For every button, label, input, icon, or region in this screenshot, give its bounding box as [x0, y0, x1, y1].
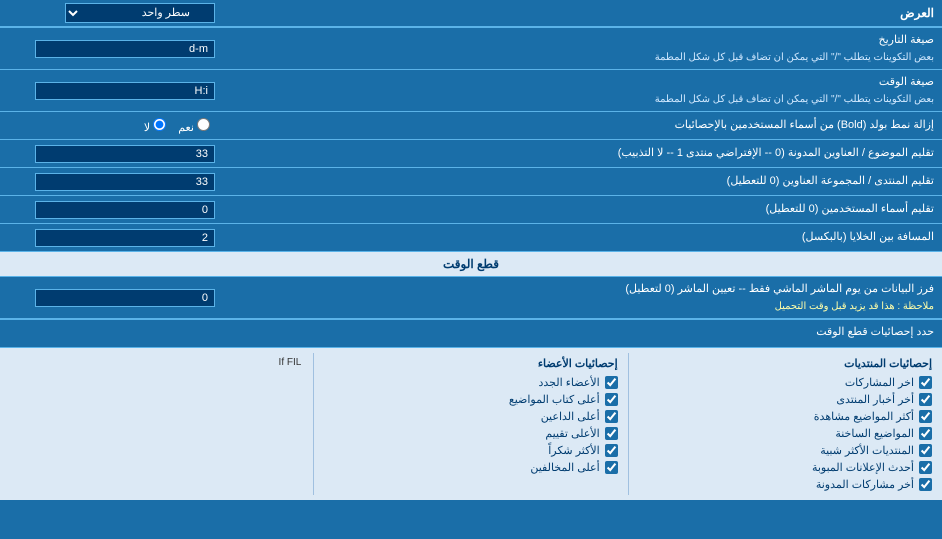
empty-col: If FIL — [0, 353, 313, 495]
forum-stats-col: إحصائيات المنتديات اخر المشاركات أخر أخب… — [628, 353, 942, 495]
header-select-wrap: سطر واحد — [0, 0, 220, 26]
time-format-row: صيغة الوقت بعض التكوينات يتطلب "/" التي … — [0, 70, 942, 112]
checkbox-top-inviters[interactable] — [605, 410, 618, 423]
cutoff-input[interactable] — [35, 289, 215, 307]
cutoff-section-title: قطع الوقت — [0, 252, 942, 277]
forum-group-row: تقليم المنتدى / المجموعة العناوين (0 للت… — [0, 168, 942, 196]
cell-spacing-input[interactable] — [35, 229, 215, 247]
cutoff-note: ملاحظة : هذا قد يزيد قبل وقت التحميل — [775, 301, 934, 312]
stats-header-label: حدد إحصائيات قطع الوقت — [0, 320, 942, 347]
forum-group-input-wrap — [0, 170, 220, 194]
checkbox-item: اخر المشاركات — [639, 374, 932, 391]
checkbox-item: أخر مشاركات المدونة — [639, 476, 932, 493]
radio-yes[interactable] — [197, 118, 210, 131]
time-format-input-wrap — [0, 79, 220, 103]
username-trim-input[interactable] — [35, 201, 215, 219]
checkbox-item: أعلى كتاب المواضيع — [324, 391, 617, 408]
checkbox-item: أحدث الإعلانات المبوبة — [639, 459, 932, 476]
bold-remove-row: إزالة نمط بولد (Bold) من أسماء المستخدمي… — [0, 112, 942, 140]
checkbox-top-rated[interactable] — [605, 427, 618, 440]
bold-remove-radio-wrap: نعم لا — [0, 113, 220, 139]
stats-header-row: حدد إحصائيات قطع الوقت — [0, 320, 942, 348]
radio-no[interactable] — [153, 118, 166, 131]
main-container: العرض سطر واحد صيغة التاريخ بعض التكوينا… — [0, 0, 942, 500]
cell-spacing-label: المسافة بين الخلايا (بالبكسل) — [220, 225, 942, 250]
member-stats-col: إحصائيات الأعضاء الأعضاء الجدد أعلى كتاب… — [313, 353, 627, 495]
forum-topics-input[interactable] — [35, 145, 215, 163]
radio-no-label: لا — [144, 118, 166, 134]
forum-group-input[interactable] — [35, 173, 215, 191]
checkbox-hot-topics[interactable] — [919, 427, 932, 440]
radio-group: نعم لا — [139, 116, 215, 136]
cell-spacing-input-wrap — [0, 226, 220, 250]
bold-remove-label: إزالة نمط بولد (Bold) من أسماء المستخدمي… — [220, 113, 942, 138]
date-format-row: صيغة التاريخ بعض التكوينات يتطلب "/" الت… — [0, 28, 942, 70]
forum-topics-input-wrap — [0, 142, 220, 166]
cutoff-main-label: فرز البيانات من يوم الماشر الماشي فقط --… — [625, 283, 934, 295]
checkbox-top-authors[interactable] — [605, 393, 618, 406]
header-row: العرض سطر واحد — [0, 0, 942, 28]
checkbox-item: المواضيع الساخنة — [639, 425, 932, 442]
checkbox-latest-classifieds[interactable] — [919, 461, 932, 474]
checkbox-blog-posts[interactable] — [919, 478, 932, 491]
cutoff-row: فرز البيانات من يوم الماشر الماشي فقط --… — [0, 277, 942, 319]
date-format-input-wrap — [0, 37, 220, 61]
checkbox-most-thanks[interactable] — [605, 444, 618, 457]
username-trim-input-wrap — [0, 198, 220, 222]
time-format-title: صيغة الوقت — [879, 76, 934, 88]
display-select[interactable]: سطر واحد — [65, 3, 215, 23]
cell-spacing-row: المسافة بين الخلايا (بالبكسل) — [0, 224, 942, 252]
username-trim-row: تقليم أسماء المستخدمين (0 للتعطيل) — [0, 196, 942, 224]
time-format-input[interactable] — [35, 82, 215, 100]
member-stats-header: إحصائيات الأعضاء — [324, 355, 617, 374]
username-trim-label: تقليم أسماء المستخدمين (0 للتعطيل) — [220, 197, 942, 222]
radio-yes-label: نعم — [178, 118, 210, 134]
time-format-sublabel: بعض التكوينات يتطلب "/" التي يمكن ان تضا… — [655, 94, 934, 105]
date-format-label: صيغة التاريخ بعض التكوينات يتطلب "/" الت… — [220, 28, 942, 69]
checkbox-popular-forums[interactable] — [919, 444, 932, 457]
forum-group-label: تقليم المنتدى / المجموعة العناوين (0 للت… — [220, 169, 942, 194]
checkbox-item: أخر أخبار المنتدى — [639, 391, 932, 408]
forum-topics-row: تقليم الموضوع / العناوين المدونة (0 -- ا… — [0, 140, 942, 168]
checkboxes-container: إحصائيات المنتديات اخر المشاركات أخر أخب… — [0, 348, 942, 500]
time-format-label: صيغة الوقت بعض التكوينات يتطلب "/" التي … — [220, 70, 942, 111]
checkbox-new-members[interactable] — [605, 376, 618, 389]
footer-note: If FIL — [10, 355, 303, 370]
checkbox-top-violators[interactable] — [605, 461, 618, 474]
checkbox-item: الأعلى تقييم — [324, 425, 617, 442]
header-label: العرض — [220, 2, 942, 24]
checkbox-forum-news[interactable] — [919, 393, 932, 406]
forum-stats-header: إحصائيات المنتديات — [639, 355, 932, 374]
date-format-input[interactable] — [35, 40, 215, 58]
date-format-title: صيغة التاريخ — [879, 34, 934, 46]
checkbox-item: الأعضاء الجدد — [324, 374, 617, 391]
bottom-section: حدد إحصائيات قطع الوقت إحصائيات المنتديا… — [0, 319, 942, 500]
cutoff-input-wrap — [0, 286, 220, 310]
checkbox-item: الأكثر شكراً — [324, 442, 617, 459]
checkbox-item: المنتديات الأكثر شبية — [639, 442, 932, 459]
checkbox-item: أكثر المواضيع مشاهدة — [639, 408, 932, 425]
checkbox-item: أعلى الداعين — [324, 408, 617, 425]
forum-topics-label: تقليم الموضوع / العناوين المدونة (0 -- ا… — [220, 141, 942, 166]
checkbox-item: أعلى المخالفين — [324, 459, 617, 476]
checkbox-most-viewed[interactable] — [919, 410, 932, 423]
cutoff-label: فرز البيانات من يوم الماشر الماشي فقط --… — [220, 277, 942, 318]
checkbox-latest-posts[interactable] — [919, 376, 932, 389]
date-format-sublabel: بعض التكوينات يتطلب "/" التي يمكن ان تضا… — [655, 52, 934, 63]
